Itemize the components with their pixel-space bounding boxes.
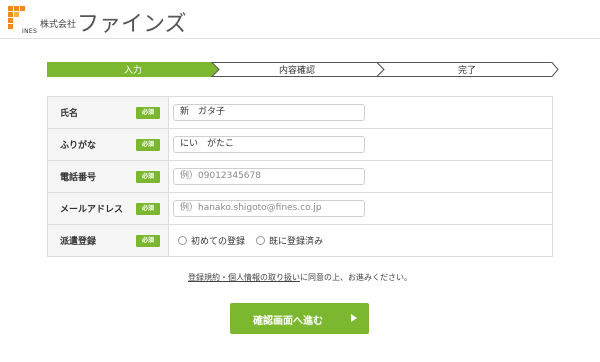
required-badge: 必須 xyxy=(136,107,160,119)
registration-form: 氏名 必須 新 ガタ子 ふりがな 必須 にい がたこ 電話番号 必須 例）090… xyxy=(47,96,553,257)
required-badge: 必須 xyxy=(136,171,160,183)
radio-circle-icon[interactable] xyxy=(178,236,187,245)
radio-first-label: 初めての登録 xyxy=(191,237,246,247)
form-row-email: メールアドレス 必須 例）hanako.shigoto@fines.co.jp xyxy=(48,193,552,225)
name-label: 氏名 xyxy=(60,109,79,119)
email-input[interactable]: 例）hanako.shigoto@fines.co.jp xyxy=(173,200,365,217)
proceed-to-confirm-button[interactable]: 確認画面へ進む xyxy=(230,303,369,334)
company-prefix: 株式会社 xyxy=(40,20,77,30)
progress-steps: 入力 内容確認 完了 xyxy=(47,62,559,77)
company-logo[interactable]: INES xyxy=(8,6,37,35)
step-complete: 完了 xyxy=(457,66,476,76)
step-confirm: 内容確認 xyxy=(278,66,315,76)
required-badge: 必須 xyxy=(136,235,160,247)
agreement-text: 登録規約・個人情報の取り扱いに同意の上、お進みください。 xyxy=(0,272,600,283)
dispatch-label: 派遣登録 xyxy=(60,237,97,247)
step-input: 入力 xyxy=(123,66,142,76)
phone-label: 電話番号 xyxy=(60,173,97,183)
radio-circle-icon[interactable] xyxy=(256,236,265,245)
terms-link[interactable]: 登録規約・個人情報の取り扱い xyxy=(188,273,300,282)
form-row-name: 氏名 必須 新 ガタ子 xyxy=(48,97,552,129)
form-row-furigana: ふりがな 必須 にい がたこ xyxy=(48,129,552,161)
radio-already-registered[interactable]: 既に登録済み xyxy=(256,234,323,247)
radio-already-label: 既に登録済み xyxy=(269,237,324,247)
form-row-dispatch: 派遣登録 必須 初めての登録 既に登録済み xyxy=(48,225,552,257)
email-label: メールアドレス xyxy=(60,205,124,215)
form-row-phone: 電話番号 必須 例）09012345678 xyxy=(48,161,552,193)
required-badge: 必須 xyxy=(136,203,160,215)
furigana-label: ふりがな xyxy=(60,141,97,151)
company-name: ファインズ xyxy=(77,12,187,37)
agreement-rest: に同意の上、お進みください。 xyxy=(300,273,412,282)
name-input[interactable]: 新 ガタ子 xyxy=(173,104,365,121)
logo-text: INES xyxy=(22,28,38,35)
radio-first-registration[interactable]: 初めての登録 xyxy=(178,234,245,247)
phone-input[interactable]: 例）09012345678 xyxy=(173,168,365,185)
triangle-right-icon xyxy=(351,314,357,322)
site-header: INES 株式会社 ファインズ xyxy=(0,0,600,39)
proceed-button-label: 確認画面へ進む xyxy=(253,316,323,327)
furigana-input[interactable]: にい がたこ xyxy=(173,136,365,153)
required-badge: 必須 xyxy=(136,139,160,151)
